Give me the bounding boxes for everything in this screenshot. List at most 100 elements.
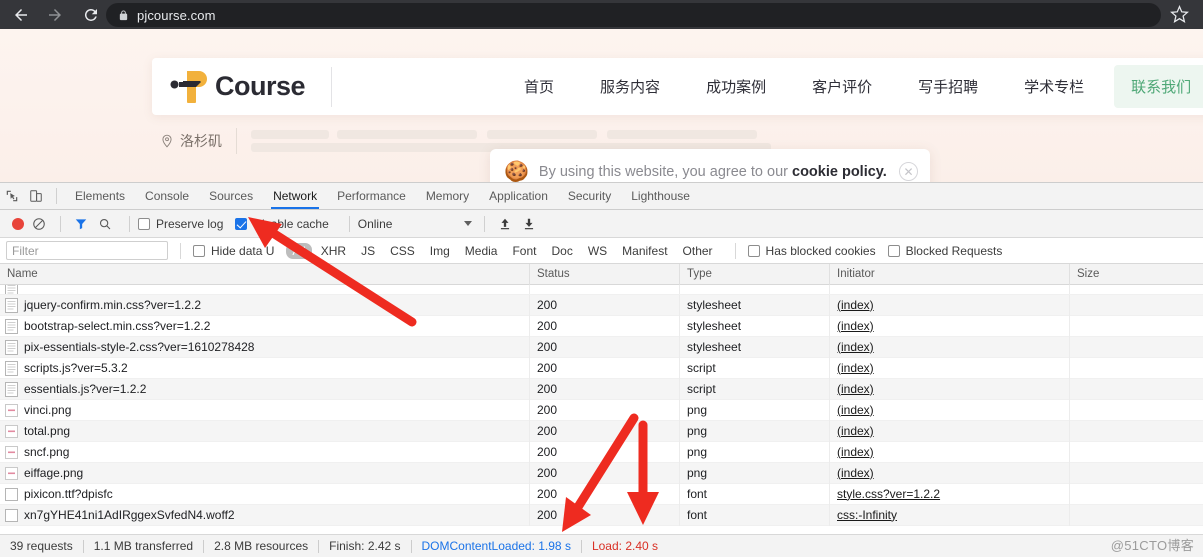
cell-type: png <box>680 441 830 463</box>
clear-network-log-button[interactable] <box>32 217 46 231</box>
preserve-log-checkbox[interactable]: Preserve log <box>138 217 223 231</box>
tab-network[interactable]: Network <box>263 183 327 209</box>
table-row[interactable]: essentials.js?ver=1.2.2 200 script (index) <box>0 378 1203 400</box>
table-row[interactable] <box>0 285 1203 295</box>
disable-cache-checkbox[interactable]: Disable cache <box>235 217 329 231</box>
chip-css[interactable]: CSS <box>384 243 421 259</box>
cell-size <box>1070 505 1203 526</box>
import-har-button[interactable] <box>493 212 517 236</box>
table-row[interactable]: scripts.js?ver=5.3.2 200 script (index) <box>0 357 1203 379</box>
devtools-panel: Elements Console Sources Network Perform… <box>0 182 1203 557</box>
table-row[interactable]: pixicon.ttf?dpisfc 200 font style.css?ver=1… <box>0 483 1203 505</box>
table-row[interactable]: pix-essentials-style-2.css?ver=161027842… <box>0 336 1203 358</box>
nav-item-services[interactable]: 服务内容 <box>600 76 660 97</box>
contact-us-button[interactable]: 联系我们 <box>1114 65 1203 108</box>
inspect-element-button[interactable] <box>0 184 24 208</box>
table-row[interactable]: sncf.png 200 png (index) <box>0 441 1203 463</box>
export-har-button[interactable] <box>517 212 541 236</box>
chip-font[interactable]: Font <box>506 243 542 259</box>
initiator-link[interactable]: (index) <box>837 382 874 396</box>
record-button[interactable] <box>12 217 24 230</box>
map-pin-icon <box>162 134 172 148</box>
cell-initiator[interactable]: (index) <box>830 357 1070 379</box>
location-indicator[interactable]: 洛杉矶 <box>160 131 222 151</box>
initiator-link[interactable]: (index) <box>837 466 874 480</box>
bookmark-button[interactable] <box>1170 4 1189 29</box>
has-blocked-cookies-checkbox[interactable]: Has blocked cookies <box>747 244 876 258</box>
cell-initiator[interactable] <box>830 285 1070 294</box>
cell-initiator[interactable]: css:-Infinity <box>830 504 1070 526</box>
chip-other[interactable]: Other <box>677 243 719 259</box>
nav-item-cases[interactable]: 成功案例 <box>706 76 766 97</box>
tab-elements[interactable]: Elements <box>65 183 135 209</box>
cell-initiator[interactable]: (index) <box>830 315 1070 337</box>
device-toolbar-button[interactable] <box>24 184 48 208</box>
initiator-link[interactable]: (index) <box>837 319 874 333</box>
chip-doc[interactable]: Doc <box>545 243 578 259</box>
site-logo[interactable]: Course <box>152 66 333 107</box>
forward-button[interactable] <box>42 2 68 28</box>
tab-lighthouse[interactable]: Lighthouse <box>621 183 700 209</box>
tab-application[interactable]: Application <box>479 183 558 209</box>
cell-initiator[interactable]: (index) <box>830 462 1070 484</box>
address-bar[interactable]: pjcourse.com <box>106 3 1161 27</box>
initiator-link[interactable]: style.css?ver=1.2.2 <box>837 487 940 501</box>
chip-xhr[interactable]: XHR <box>315 243 352 259</box>
blocked-requests-checkbox[interactable]: Blocked Requests <box>887 244 1002 258</box>
column-header-type[interactable]: Type <box>680 264 830 285</box>
chip-ws[interactable]: WS <box>582 243 613 259</box>
chip-all[interactable]: All <box>286 242 312 259</box>
tab-sources[interactable]: Sources <box>199 183 263 209</box>
reload-button[interactable] <box>78 2 104 28</box>
table-row[interactable]: vinci.png 200 png (index) <box>0 399 1203 421</box>
cell-initiator[interactable]: (index) <box>830 441 1070 463</box>
cell-initiator[interactable]: (index) <box>830 336 1070 358</box>
table-row[interactable]: eiffage.png 200 png (index) <box>0 462 1203 484</box>
search-button[interactable] <box>93 212 117 236</box>
column-header-status[interactable]: Status <box>530 264 680 285</box>
cookie-close-button[interactable]: ✕ <box>899 162 918 181</box>
table-row[interactable]: xn7gYHE41ni1AdIRggexSvfedN4.woff2 200 font… <box>0 504 1203 526</box>
chip-media[interactable]: Media <box>459 243 504 259</box>
initiator-link[interactable]: (index) <box>837 424 874 438</box>
initiator-link[interactable]: (index) <box>837 361 874 375</box>
nav-item-recruit[interactable]: 写手招聘 <box>918 76 978 97</box>
initiator-link[interactable]: (index) <box>837 445 874 459</box>
cell-initiator[interactable]: style.css?ver=1.2.2 <box>830 483 1070 505</box>
chip-js[interactable]: JS <box>355 243 381 259</box>
table-row[interactable]: total.png 200 png (index) <box>0 420 1203 442</box>
tab-security[interactable]: Security <box>558 183 621 209</box>
tab-memory[interactable]: Memory <box>416 183 479 209</box>
chip-img[interactable]: Img <box>424 243 456 259</box>
initiator-link[interactable]: (index) <box>837 403 874 417</box>
tab-performance[interactable]: Performance <box>327 183 416 209</box>
nav-item-academic[interactable]: 学术专栏 <box>1024 76 1084 97</box>
column-header-name[interactable]: Name <box>0 264 530 285</box>
cell-initiator[interactable]: (index) <box>830 399 1070 421</box>
table-body[interactable]: jquery-confirm.min.css?ver=1.2.2 200 style… <box>0 285 1203 526</box>
table-row[interactable]: jquery-confirm.min.css?ver=1.2.2 200 style… <box>0 294 1203 316</box>
tab-console[interactable]: Console <box>135 183 199 209</box>
initiator-link[interactable]: (index) <box>837 340 874 354</box>
cell-initiator[interactable]: (index) <box>830 378 1070 400</box>
back-button[interactable] <box>8 2 34 28</box>
cell-name: eiffage.png <box>0 462 530 484</box>
network-throttling-select[interactable]: Online <box>358 217 476 231</box>
hide-data-urls-checkbox[interactable]: Hide data U <box>193 244 274 258</box>
cell-status: 200 <box>530 357 680 379</box>
column-header-initiator[interactable]: Initiator <box>830 264 1070 285</box>
chip-manifest[interactable]: Manifest <box>616 243 673 259</box>
nav-item-reviews[interactable]: 客户评价 <box>812 76 872 97</box>
initiator-link[interactable]: css:-Infinity <box>837 508 897 522</box>
nav-item-home[interactable]: 首页 <box>524 76 554 97</box>
filter-toggle-button[interactable] <box>69 212 93 236</box>
cell-initiator[interactable]: (index) <box>830 294 1070 316</box>
table-row[interactable]: bootstrap-select.min.css?ver=1.2.2 200 sty… <box>0 315 1203 337</box>
filter-input[interactable]: Filter <box>6 241 168 260</box>
cell-initiator[interactable]: (index) <box>830 420 1070 442</box>
initiator-link[interactable]: (index) <box>837 298 874 312</box>
cookie-policy-link[interactable]: cookie policy. <box>792 164 887 180</box>
cell-size <box>1070 337 1203 358</box>
cell-type: stylesheet <box>680 294 830 316</box>
column-header-size[interactable]: Size <box>1070 264 1203 285</box>
